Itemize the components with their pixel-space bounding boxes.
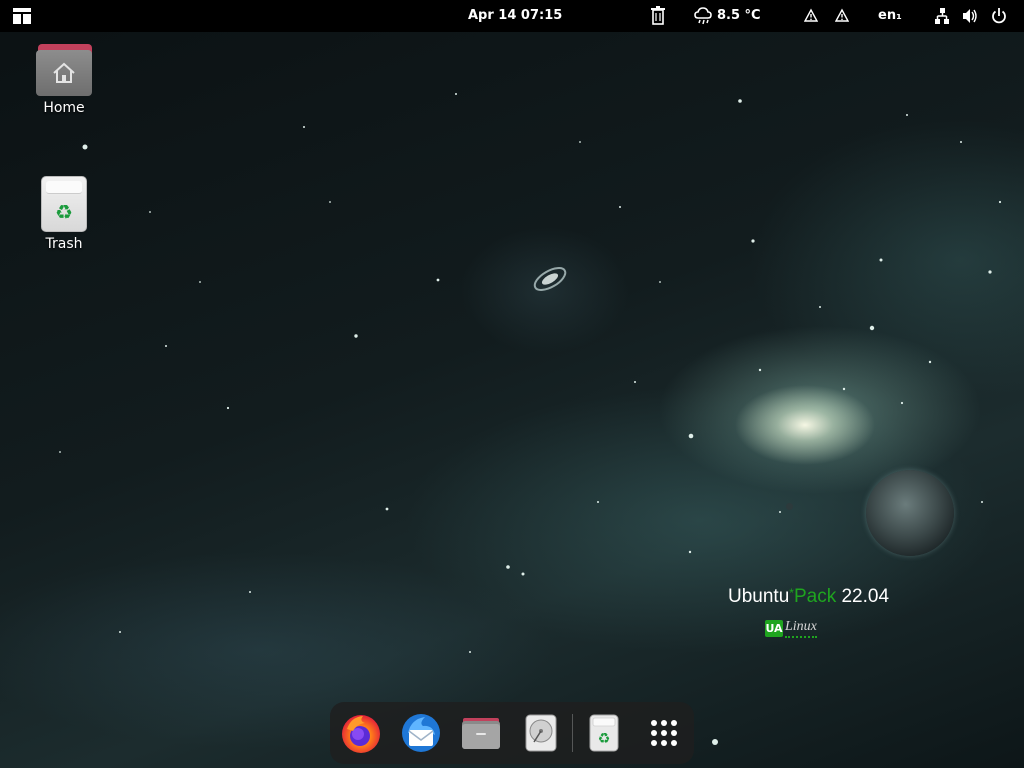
disk-drive-icon: [525, 714, 557, 752]
trash-icon: ♻: [589, 714, 619, 752]
warning-icon[interactable]: [835, 0, 849, 32]
warning-icon[interactable]: [804, 0, 818, 32]
app-grid-icon: [651, 720, 677, 746]
ua-badge: UA: [765, 620, 783, 637]
brand-part2: Pack: [793, 586, 837, 607]
planet: [866, 470, 954, 556]
trash-icon: ♻: [41, 176, 87, 232]
power-icon[interactable]: [991, 0, 1007, 32]
desktop-icon-label: Home: [43, 100, 85, 116]
wired-network-icon[interactable]: [934, 0, 950, 32]
desktop-icon-home[interactable]: Home: [19, 44, 109, 116]
clipboard-trash-icon[interactable]: [650, 0, 666, 32]
home-folder-icon: [36, 44, 92, 96]
desktop-icon-trash[interactable]: ♻ Trash: [19, 176, 109, 252]
moon: [786, 503, 793, 510]
firefox-icon: [342, 715, 380, 753]
wallpaper-starfield: [59, 93, 1002, 745]
dock: ♻: [330, 702, 694, 764]
activities-layout-icon[interactable]: [12, 0, 32, 32]
svg-text:♻: ♻: [598, 731, 611, 747]
linux-text: Linux: [785, 619, 817, 638]
dock-files[interactable]: [459, 711, 503, 755]
files-folder-icon: [462, 718, 500, 749]
speaker-volume-icon[interactable]: [962, 0, 978, 32]
dock-disk-usage[interactable]: [519, 711, 563, 755]
thunderbird-icon: [402, 714, 440, 752]
temperature[interactable]: 8.5 °C: [717, 0, 761, 32]
brand-part1: Ubuntu: [728, 586, 790, 607]
dock-trash[interactable]: ♻: [582, 711, 626, 755]
desktop-icon-label: Trash: [45, 236, 83, 252]
cloud-rain-icon[interactable]: [694, 0, 712, 32]
dock-separator: [572, 714, 573, 752]
ualinux-logo: UA Linux: [765, 618, 817, 640]
dock-show-applications[interactable]: [642, 711, 686, 755]
dock-thunderbird[interactable]: [399, 711, 443, 755]
clock[interactable]: Apr 14 07:15: [468, 0, 562, 32]
language-indicator[interactable]: en₁: [878, 0, 902, 32]
dock-firefox[interactable]: [339, 711, 383, 755]
ubuntupack-branding: Ubuntu*Pack 22.04: [728, 586, 889, 608]
spiral-galaxy: [533, 267, 567, 291]
top-bar: Apr 14 07:15 8.5 °C en₁: [0, 0, 1024, 32]
brand-version: 22.04: [836, 586, 890, 607]
